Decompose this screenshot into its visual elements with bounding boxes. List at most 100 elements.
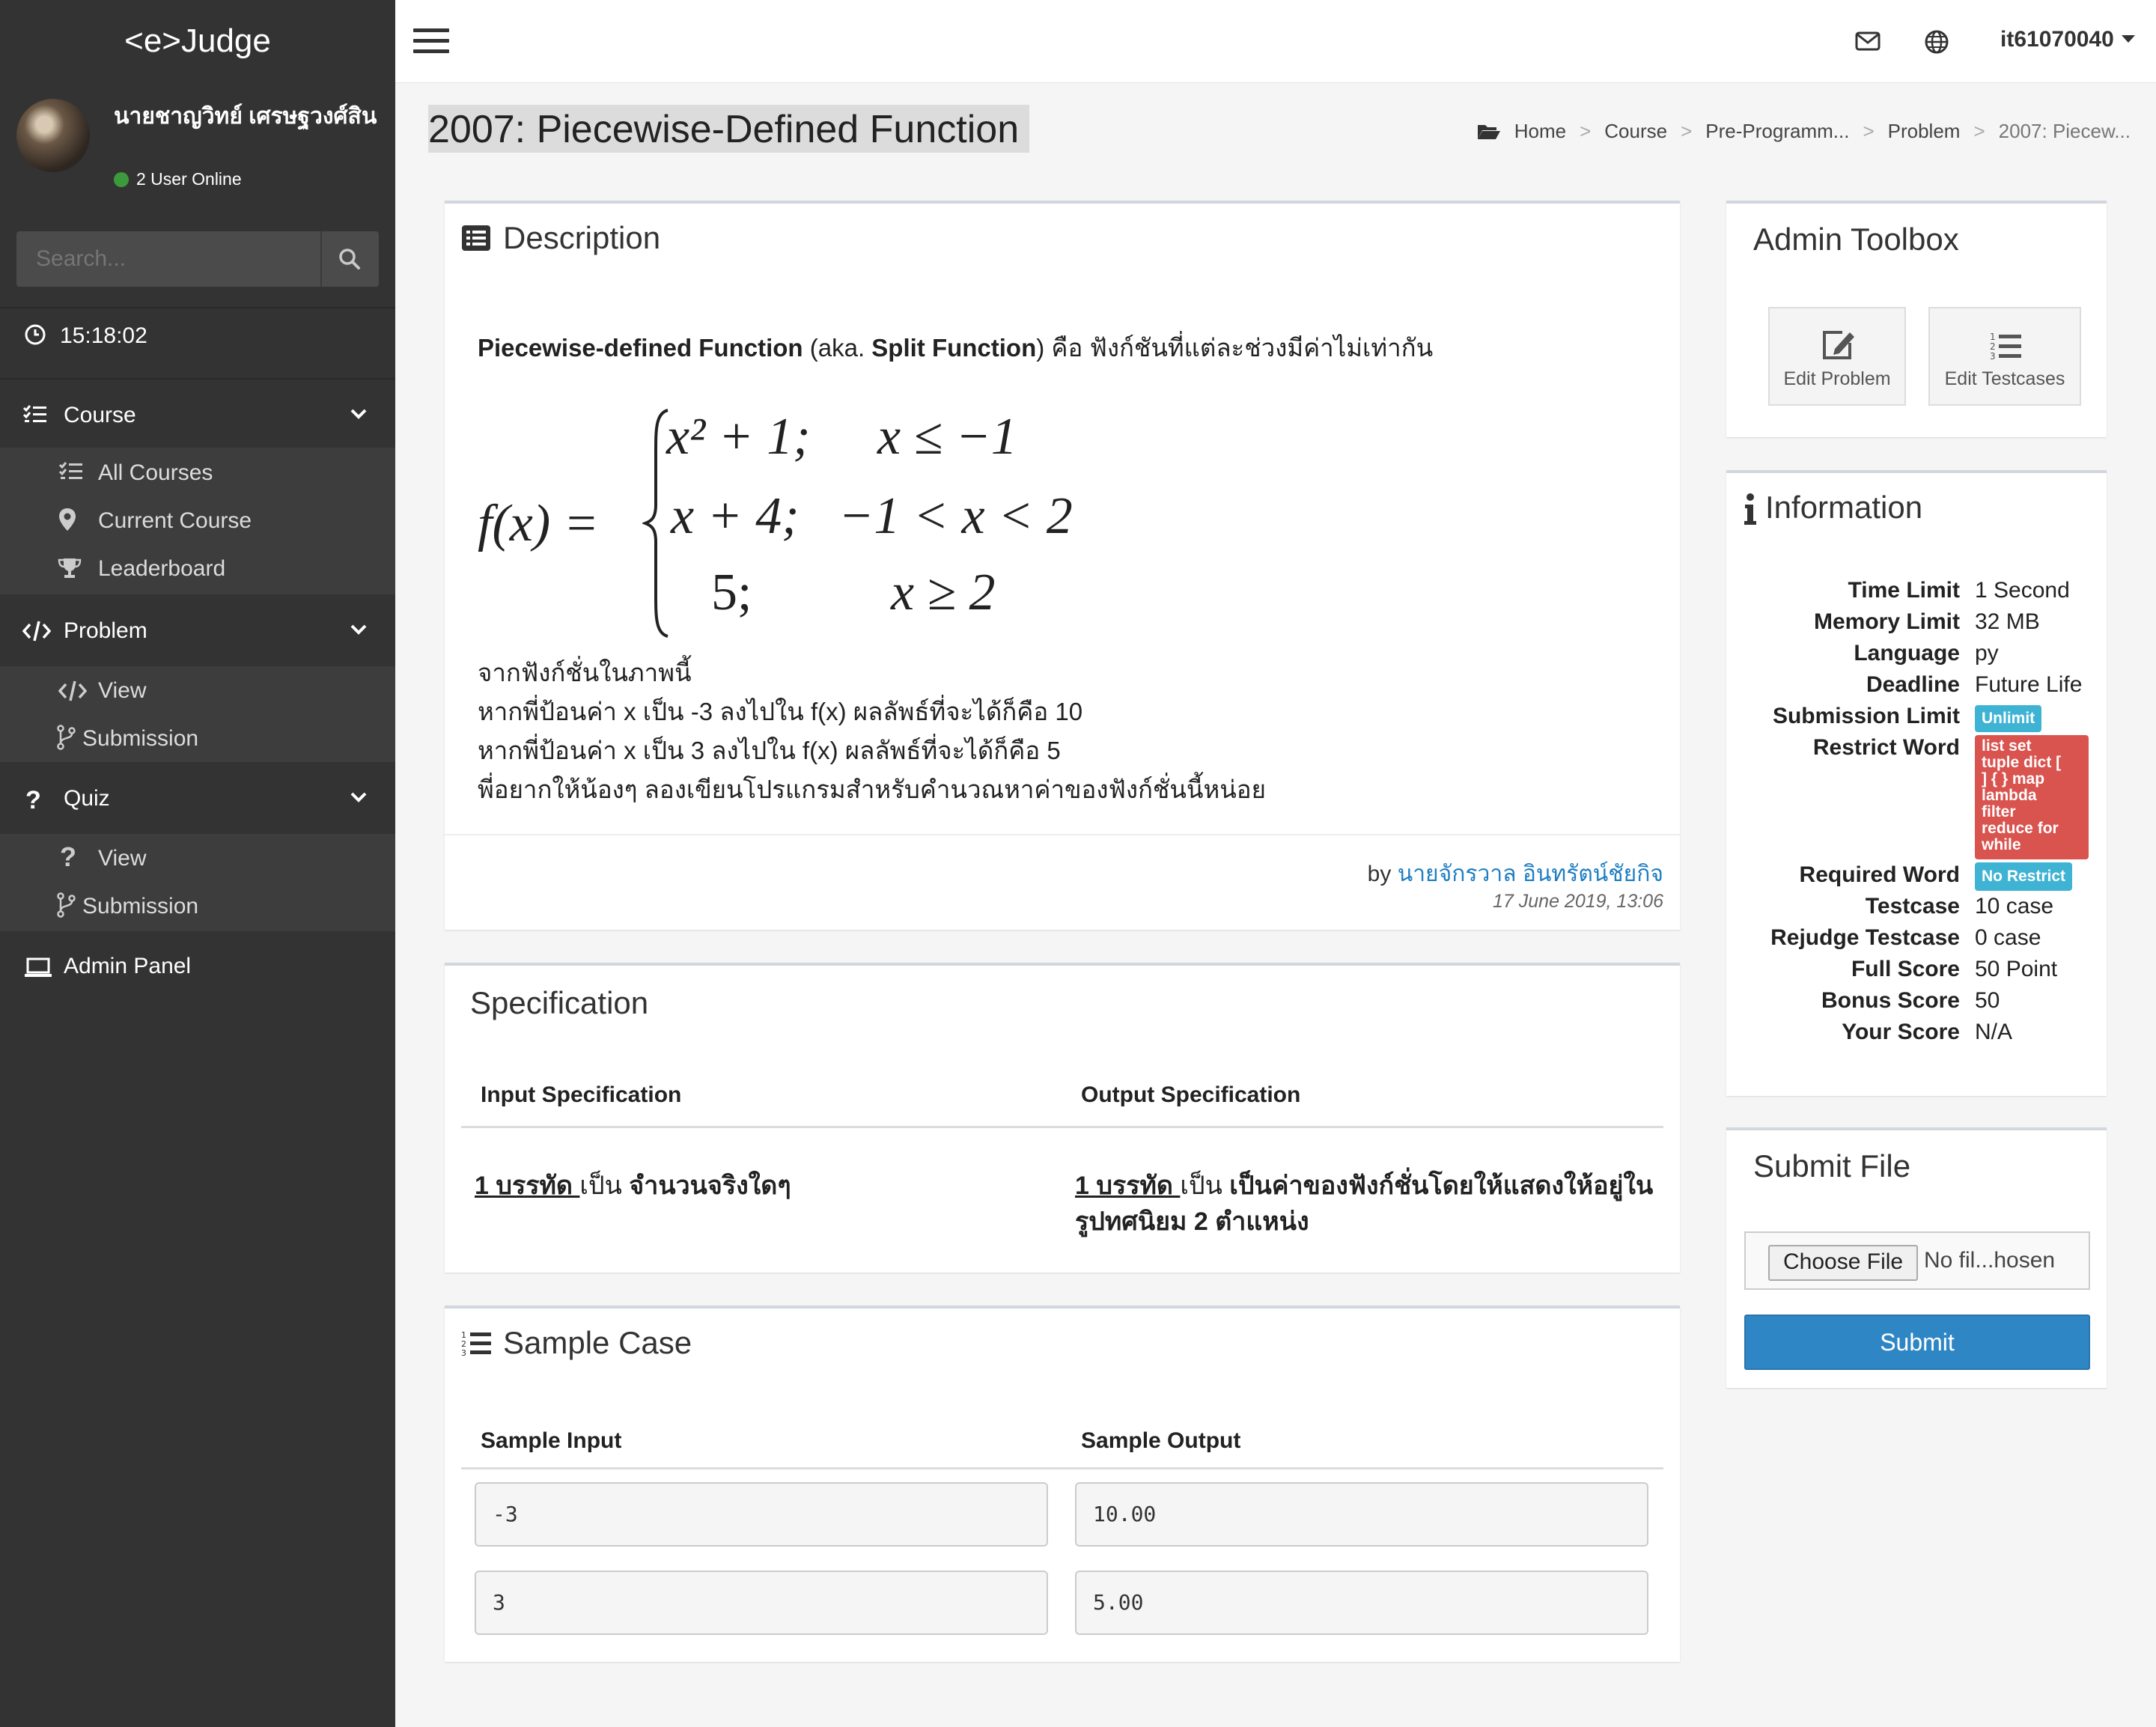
breadcrumb-current: 2007: Piecew... <box>1998 120 2131 142</box>
description-line: หากพี่ป้อนค่า x เป็น -3 ลงไปใน f(x) ผลลั… <box>478 698 1083 725</box>
author-link[interactable]: นายจักรวาล อินทรัตน์ชัยกิจ <box>1398 862 1663 886</box>
info-key: Restrict Word <box>1812 735 1960 760</box>
sample-output-header: Sample Output <box>1081 1428 1241 1453</box>
brand-logo[interactable]: <e>Judge <box>0 0 395 82</box>
user-menu[interactable]: it61070040 <box>2000 27 2135 52</box>
search-button[interactable] <box>320 231 379 287</box>
info-key: Bonus Score <box>1821 988 1960 1013</box>
sidebar-item-all-courses[interactable]: All Courses <box>0 449 395 497</box>
breadcrumb-separator: > <box>1681 120 1693 142</box>
sample-output-box[interactable]: 10.00 <box>1075 1482 1648 1547</box>
online-dot-icon <box>114 172 129 187</box>
case-1-cond: x ≤ −1 <box>877 408 1017 466</box>
user-name: นายชาญวิทย์ เศรษฐวงศ์สิน <box>114 104 377 129</box>
info-key: Time Limit <box>1848 578 1960 603</box>
breadcrumb-problem[interactable]: Problem <box>1888 120 1961 142</box>
intro-alias: Split Function <box>871 334 1037 362</box>
description-line: จากฟังก์ชั่นในภาพนี้ <box>478 659 692 686</box>
time-limit-value: 1 Second <box>1975 578 2070 603</box>
edit-problem-button[interactable]: Edit Problem <box>1768 307 1906 406</box>
online-count: 2 User Online <box>136 169 242 189</box>
search-icon <box>339 249 360 269</box>
sidebar-item-leaderboard[interactable]: Leaderboard <box>0 545 395 593</box>
author-line: by นายจักรวาล อินทรัตน์ชัยกิจ <box>1368 856 1663 892</box>
code-icon <box>22 621 51 642</box>
info-key: Rejudge Testcase <box>1770 925 1960 950</box>
breadcrumb-course-name[interactable]: Pre-Programm... <box>1705 120 1849 142</box>
output-spec-is: เป็น <box>1180 1172 1222 1200</box>
svg-text:1: 1 <box>1990 332 1996 342</box>
intro-definition: ) คือ ฟังก์ชันที่แต่ละช่วงมีค่าไม่เท่ากั… <box>1036 334 1434 362</box>
case-3-expr: 5; <box>711 564 752 621</box>
your-score-value: N/A <box>1975 1020 2013 1044</box>
information-card: Information Time Limit Memory Limit Lang… <box>1726 470 2107 1096</box>
restrict-word-item: ] { } map <box>1982 770 2045 788</box>
restrict-word-item: filter <box>1982 803 2016 820</box>
breadcrumb-course[interactable]: Course <box>1604 120 1667 142</box>
sidebar-search <box>16 231 379 287</box>
sample-case-title: Sample Case <box>503 1325 692 1360</box>
list-ol-icon: 1 2 3 <box>461 1330 491 1358</box>
specification-card: Specification Input Specification Output… <box>445 963 1680 1273</box>
description-title: Description <box>503 220 661 255</box>
user-panel: นายชาญวิทย์ เศรษฐวงศ์สิน 2 User Online <box>0 82 395 195</box>
intro-aka: (aka. <box>803 334 872 362</box>
folder-open-icon <box>1477 125 1500 139</box>
specification-title: Specification <box>470 985 649 1020</box>
bonus-score-value: 50 <box>1975 988 2000 1013</box>
sidebar-item-problem-submission[interactable]: Submission <box>0 714 395 762</box>
file-status: No fil...hosen <box>1924 1248 2056 1273</box>
sidebar-item-quiz-submission[interactable]: Submission <box>0 882 395 930</box>
breadcrumb-separator: > <box>1580 120 1592 142</box>
divider <box>0 307 395 308</box>
nav-admin-label: Admin Panel <box>64 954 192 978</box>
edit-testcases-button[interactable]: 1 2 3 Edit Testcases <box>1928 307 2081 406</box>
svg-text:2: 2 <box>1990 341 1996 352</box>
search-input[interactable] <box>16 231 316 287</box>
memory-limit-value: 32 MB <box>1975 609 2040 634</box>
sample-case-card: 1 2 3 Sample Case Sample Input Sample Ou… <box>445 1306 1680 1662</box>
nav-course-label: Course <box>64 403 136 427</box>
intro-term: Piecewise-defined Function <box>478 334 803 362</box>
question-icon: ? <box>25 786 41 814</box>
username: it61070040 <box>2000 27 2114 52</box>
sidebar-item-quiz-view[interactable]: ? View <box>0 834 395 882</box>
choose-file-button[interactable]: Choose File <box>1768 1245 1919 1281</box>
laptop-icon <box>25 957 52 977</box>
info-key: Your Score <box>1842 1020 1960 1044</box>
nav-quiz[interactable]: ? Quiz <box>0 764 395 831</box>
case-3-cond: x ≥ 2 <box>891 564 996 621</box>
envelope-icon[interactable] <box>1855 31 1881 51</box>
sample-input-box[interactable]: 3 <box>475 1571 1048 1635</box>
sidebar-item-current-course[interactable]: Current Course <box>0 497 395 545</box>
file-input[interactable]: Choose File No fil...hosen <box>1744 1231 2090 1290</box>
testcase-value: 10 case <box>1975 894 2054 919</box>
sidebar-item-problem-view[interactable]: View <box>0 666 395 714</box>
by-label: by <box>1367 862 1392 886</box>
submit-button[interactable]: Submit <box>1744 1315 2090 1370</box>
breadcrumb-separator: > <box>1863 120 1875 142</box>
menu-icon[interactable] <box>413 28 449 54</box>
edit-icon <box>1823 331 1854 359</box>
nav-problem[interactable]: Problem <box>0 596 395 663</box>
restrict-word-item: reduce for <box>1982 820 2059 837</box>
breadcrumb-home[interactable]: Home <box>1514 120 1566 142</box>
map-marker-icon <box>59 508 76 531</box>
sample-input-box[interactable]: -3 <box>475 1482 1048 1547</box>
nav-quiz-label: Quiz <box>64 786 110 811</box>
output-spec-header: Output Specification <box>1081 1082 1301 1107</box>
admin-toolbox-card: Admin Toolbox Edit Problem 1 2 3 Edit Te… <box>1726 201 2107 437</box>
sample-output-box[interactable]: 5.00 <box>1075 1571 1648 1635</box>
avatar <box>16 99 90 172</box>
top-navbar: it61070040 <box>395 0 2156 83</box>
nav-problem-label: Problem <box>64 618 147 643</box>
restrict-word-item: lambda <box>1982 787 2037 804</box>
globe-icon[interactable] <box>1925 30 1949 54</box>
question-icon: ? <box>60 841 76 872</box>
nav-admin-panel[interactable]: Admin Panel <box>0 934 395 1002</box>
deadline-value: Future Life <box>1975 672 2083 697</box>
case-1-expr: x² + 1; <box>666 408 811 466</box>
info-key: Testcase <box>1865 894 1960 919</box>
clock-time: 15:18:02 <box>60 323 147 348</box>
nav-course[interactable]: Course <box>0 380 395 448</box>
